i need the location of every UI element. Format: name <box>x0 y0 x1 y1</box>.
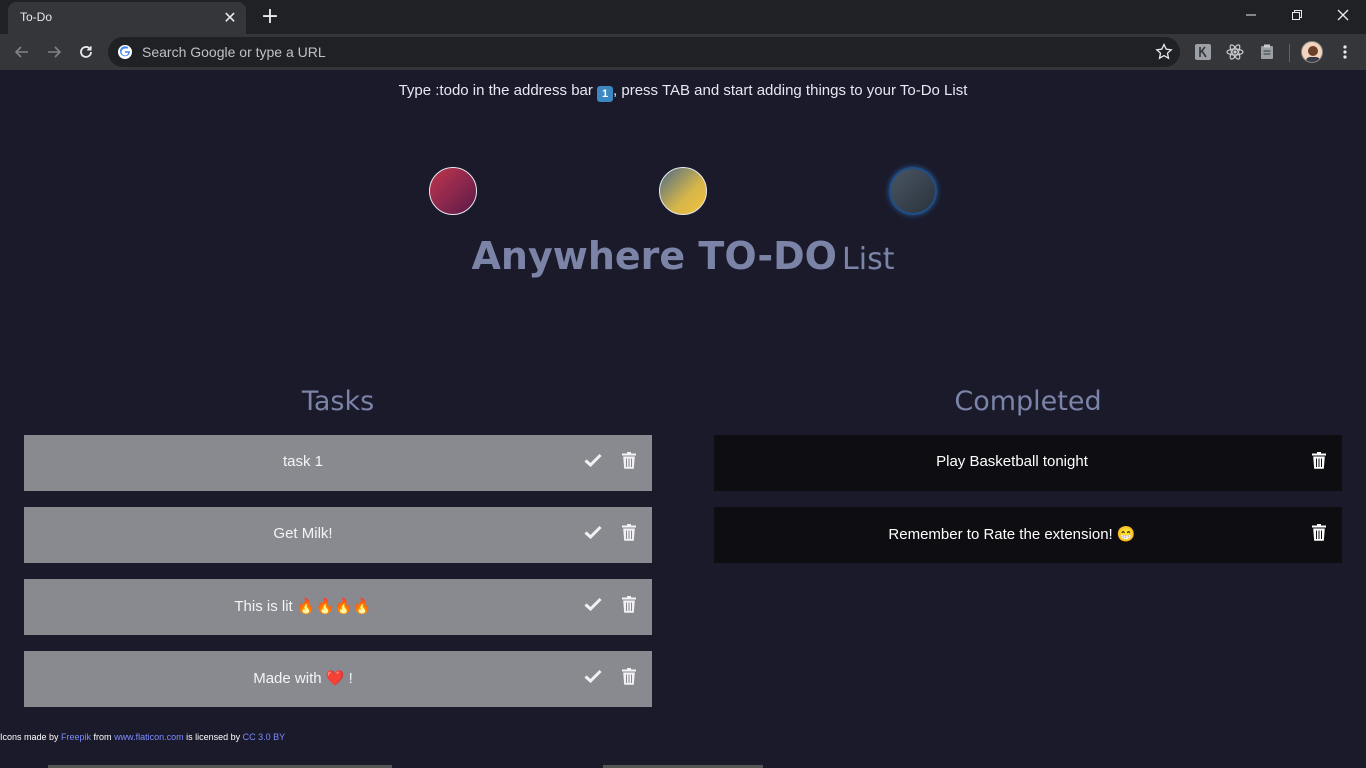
task-label: task 1 <box>282 453 324 470</box>
avatar-glyph <box>1306 46 1320 62</box>
restore-button[interactable] <box>1274 0 1320 30</box>
license-link[interactable]: CC 3.0 BY <box>243 732 286 742</box>
completed-item[interactable]: Remember to Rate the extension! 😁 <box>714 507 1342 563</box>
forward-button[interactable] <box>40 38 68 66</box>
trash-icon[interactable] <box>618 665 640 687</box>
theme-dark-button[interactable] <box>889 167 937 215</box>
trash-icon[interactable] <box>618 521 640 543</box>
completed-label: Remember to Rate the extension! 😁 <box>888 526 1136 543</box>
task-item[interactable]: Made with ❤️ ! <box>24 651 652 707</box>
hint-suffix: , press TAB and start adding things to y… <box>613 82 968 99</box>
react-devtools-icon[interactable] <box>1225 42 1245 62</box>
task-item[interactable]: task 1 <box>24 435 652 491</box>
tab-title: To-Do <box>20 10 53 24</box>
extension-k-glyph <box>1195 44 1211 60</box>
address-bar[interactable] <box>108 37 1180 67</box>
hint-prefix: Type :todo in the address bar <box>398 82 598 99</box>
kebab-menu-icon <box>1343 45 1347 59</box>
check-icon[interactable] <box>582 593 604 615</box>
tab-close-icon[interactable]: ✕ <box>220 8 240 28</box>
trash-icon[interactable] <box>618 593 640 615</box>
attribution-text: from <box>91 732 115 742</box>
page-title-main: Anywhere TO-DO <box>471 234 837 278</box>
trash-icon[interactable] <box>1308 521 1330 543</box>
theme-red-button[interactable] <box>429 167 477 215</box>
tab-strip: To-Do ✕ + <box>0 0 1366 34</box>
arrow-right-icon <box>48 46 62 58</box>
task-label: Get Milk! <box>273 525 333 542</box>
clipboard-extension-icon[interactable] <box>1257 42 1277 62</box>
check-icon[interactable] <box>582 665 604 687</box>
google-icon <box>118 45 132 59</box>
close-window-button[interactable] <box>1320 0 1366 30</box>
task-item[interactable]: This is lit 🔥🔥🔥🔥 <box>24 579 652 635</box>
keycap-one-icon: 1 <box>597 86 614 102</box>
trash-icon[interactable] <box>1308 449 1330 471</box>
task-label: This is lit 🔥🔥🔥🔥 <box>234 598 372 615</box>
attribution-text: Icons made by <box>0 732 62 742</box>
extension-k-icon[interactable] <box>1193 42 1213 62</box>
browser-toolbar <box>0 34 1366 70</box>
completed-label: Play Basketball tonight <box>936 453 1088 470</box>
page-title-sub: List <box>842 242 895 277</box>
reload-button[interactable] <box>72 38 100 66</box>
star-icon[interactable] <box>1154 42 1174 62</box>
minimize-button[interactable] <box>1228 0 1274 30</box>
trash-icon[interactable] <box>618 449 640 471</box>
tasks-heading: Tasks <box>301 386 375 417</box>
react-glyph <box>1226 44 1244 60</box>
attribution-text: is licensed by <box>183 732 243 742</box>
check-icon[interactable] <box>582 521 604 543</box>
search-input[interactable] <box>142 37 1142 67</box>
toolbar-divider <box>1289 44 1290 62</box>
task-item[interactable]: Get Milk! <box>24 507 652 563</box>
avatar[interactable] <box>1301 41 1323 63</box>
restore-icon <box>1292 10 1302 20</box>
completed-item[interactable]: Play Basketball tonight <box>714 435 1342 491</box>
minimize-icon <box>1246 14 1256 16</box>
task-label: Made with ❤️ ! <box>253 670 353 687</box>
freepik-link[interactable]: Freepik <box>61 732 91 742</box>
back-button[interactable] <box>8 38 36 66</box>
completed-heading: Completed <box>954 386 1102 417</box>
theme-gold-button[interactable] <box>659 167 707 215</box>
browser-menu-button[interactable] <box>1331 38 1359 66</box>
close-icon <box>1337 9 1349 21</box>
clipboard-glyph <box>1261 44 1273 59</box>
check-icon[interactable] <box>582 449 604 471</box>
page-title: Anywhere TO-DO List <box>0 234 1366 278</box>
flaticon-link[interactable]: www.flaticon.com <box>114 732 184 742</box>
icon-attribution: Icons made by Freepik from www.flaticon.… <box>0 732 285 742</box>
tab-todo[interactable]: To-Do ✕ <box>8 2 246 34</box>
arrow-left-icon <box>14 46 28 58</box>
usage-hint: Type :todo in the address bar 1, press T… <box>0 82 1366 102</box>
new-tab-button[interactable]: + <box>258 6 282 28</box>
reload-icon <box>80 46 92 58</box>
